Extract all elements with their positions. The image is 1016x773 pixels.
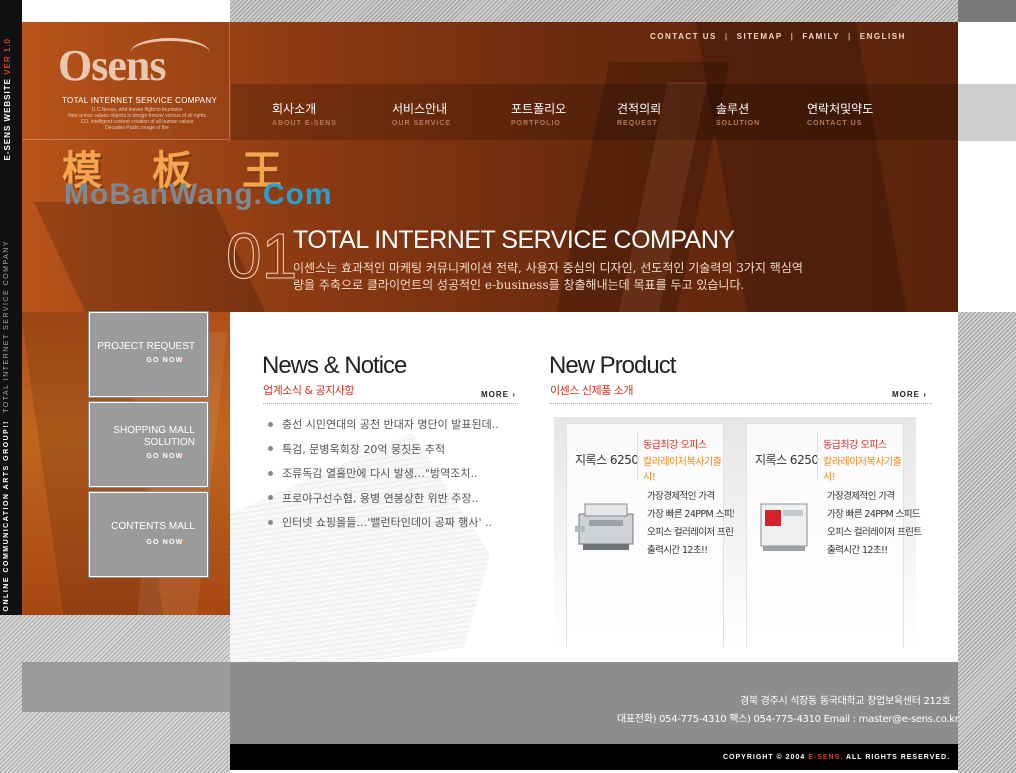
logo-tagline: TOTAL INTERNET SERVICE COMPANY xyxy=(62,96,218,105)
util-sitemap[interactable]: SITEMAP xyxy=(737,32,783,41)
util-separator: | xyxy=(848,31,852,41)
footer-address: 경북 경주시 석장동 동국대학교 창업보육센터 212호 xyxy=(740,696,951,707)
nav-item-about[interactable]: 회사소개 ABOUT E-SENS xyxy=(272,100,337,127)
news-more-link[interactable]: MORE › xyxy=(481,390,516,399)
product-card[interactable]: 지록스 6250 동급최강 오피스 칼라레이저복사기출시! 가장경제적인 가격 가… xyxy=(554,417,742,647)
product-headline: 동급최강 오피스 xyxy=(643,440,707,451)
util-family[interactable]: FAMILY xyxy=(802,32,840,41)
nav-item-service[interactable]: 서비스안내 OUR SERVICE xyxy=(392,100,451,127)
project-request-button[interactable]: PROJECT REQUEST GO NOW› xyxy=(88,311,209,398)
right-stripe-band xyxy=(958,312,1016,773)
product-divider xyxy=(549,403,932,404)
product-more-link[interactable]: MORE › xyxy=(892,390,927,399)
nav-item-request[interactable]: 견적의뢰 REQUEST xyxy=(617,100,661,127)
util-contact-us[interactable]: CONTACT US xyxy=(650,32,717,41)
logo-small-text: U.C.Nexus, wild leaves flight to fountai… xyxy=(67,107,207,131)
util-separator: | xyxy=(790,31,795,41)
logo-swoosh-icon xyxy=(130,38,210,68)
news-subtitle: 업계소식 & 공지사항 xyxy=(263,384,355,397)
product-name: 지록스 6250 xyxy=(575,453,639,467)
right-gray-block xyxy=(958,84,1016,141)
nav-item-portfolio[interactable]: 포트폴리오 PORTFOLIO xyxy=(511,100,566,127)
product-subtitle: 이센스 신제품 소개 xyxy=(550,384,633,397)
news-list: 충선 시민연대의 공천 반대자 명단이 발표된데.. 특검, 문병욱회장 20억… xyxy=(265,412,525,535)
product-name: 지록스 6250 xyxy=(755,453,819,467)
news-item[interactable]: 인터넷 쇼핑몰들…'밸런타인데이 공짜 행사' .. xyxy=(265,510,525,535)
utility-nav: CONTACT US | SITEMAP | FAMILY | ENGLISH xyxy=(650,30,906,42)
copier-image xyxy=(573,486,639,558)
side-company-label: TOTAL INTERNET SERVICE COMPANY xyxy=(3,240,10,413)
right-top-block xyxy=(958,0,1016,22)
side-website-label: E-SENS WEBSITE VER 1.0 xyxy=(3,38,12,161)
watermark-url: MoBanWang.Com xyxy=(64,178,333,211)
nav-item-contact[interactable]: 연락처및약도 CONTACT US xyxy=(807,100,873,127)
printer-image xyxy=(753,486,819,558)
product-highlight: 칼라레이저복사기출시! xyxy=(823,457,902,483)
news-divider xyxy=(263,403,518,404)
product-card[interactable]: 지록스 6250 동급최강 오피스 칼라레이저복사기출시! 가장경제적인 가격 가… xyxy=(734,417,922,647)
side-group-label: ONLINE COMMUNICATION ARTS GROUP!! xyxy=(3,420,10,612)
util-english[interactable]: ENGLISH xyxy=(860,32,906,41)
hero-number: 01 xyxy=(225,220,298,292)
hero-title: TOTAL INTERNET SERVICE COMPANY xyxy=(293,226,735,254)
news-item[interactable]: 충선 시민연대의 공천 반대자 명단이 발표된데.. xyxy=(265,412,525,437)
product-title: New Product xyxy=(549,352,676,379)
news-item[interactable]: 프로야구선수협, 용병 연봉상한 위반 주장.. xyxy=(265,486,525,511)
hero-description: 이센스는 효과적인 마케팅 커뮤니케이션 전략, 사용자 중심의 디자인, 선도… xyxy=(293,261,803,292)
news-title: News & Notice xyxy=(262,352,407,379)
util-separator: | xyxy=(724,31,729,41)
product-headline: 동급최강 오피스 xyxy=(823,440,887,451)
copyright-text: COPYRIGHT © 2004 E-SENS. ALL RIGHTS RESE… xyxy=(723,754,951,761)
top-stripe-band xyxy=(230,0,958,22)
news-item[interactable]: 조류독감 열흘만에 다시 발생…"방역조치.. xyxy=(265,461,525,486)
footer-contact: 대표전화) 054-775-4310 팩스) 054-775-4310 Emai… xyxy=(617,714,959,725)
product-highlight: 칼라레이저복사기출시! xyxy=(643,457,722,483)
nav-item-solution[interactable]: 솔루션 SOLUTION xyxy=(716,100,760,127)
left-gray-band xyxy=(22,662,230,712)
news-item[interactable]: 특검, 문병욱회장 20억 뭉칫돈 추적 xyxy=(265,437,525,462)
shopping-mall-button[interactable]: SHOPPING MALL SOLUTION GO NOW› xyxy=(88,401,209,488)
contents-mall-button[interactable]: CONTENTS MALL GO NOW› xyxy=(88,491,209,578)
product-description: 가장경제적인 가격 가장 빠른 24PPM 스피드 오피스 컬러레이저 프린트 출력… xyxy=(827,491,922,556)
product-description: 가장경제적인 가격 가장 빠른 24PPM 스피드 오피스 컬러레이저 프린트 출력… xyxy=(647,491,742,556)
